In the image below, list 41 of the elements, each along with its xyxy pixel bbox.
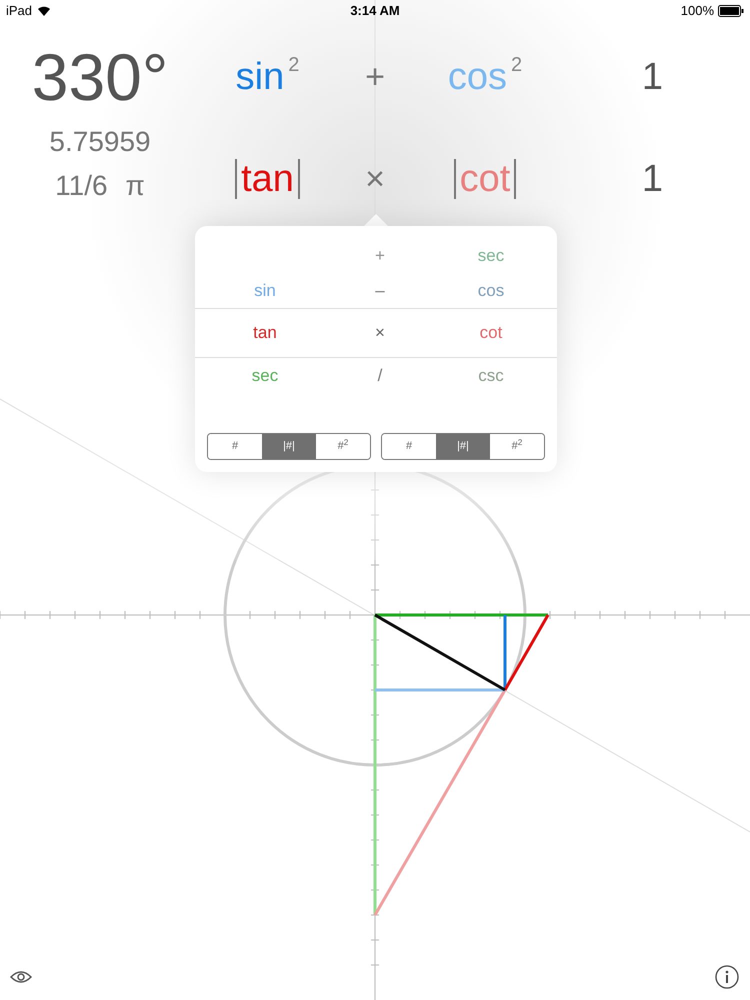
exponent: 2 xyxy=(511,53,522,78)
picker-function: csc xyxy=(478,364,504,387)
picker-function: sec xyxy=(478,244,504,267)
angle-degrees: 330° xyxy=(32,39,168,116)
wifi-icon xyxy=(36,5,52,17)
segment-button[interactable]: |#| xyxy=(436,434,490,459)
pi-symbol: π xyxy=(126,172,145,200)
operator: + xyxy=(364,56,386,98)
function-name: cot xyxy=(460,160,510,198)
picker-function: tan xyxy=(253,322,277,344)
segment-button[interactable]: |#| xyxy=(262,434,316,459)
exponent: 2 xyxy=(288,53,300,78)
picker-operator: / xyxy=(378,364,382,387)
battery-percent: 100% xyxy=(680,2,714,20)
absolute-value-bar xyxy=(235,159,238,199)
absolute-value-bar xyxy=(454,159,456,199)
picker-function: cot xyxy=(480,322,502,344)
picker-row[interactable]: sec / csc xyxy=(195,358,557,393)
picker-function: sin xyxy=(254,280,276,302)
picker-row[interactable]: + sec xyxy=(195,238,557,273)
function-name: tan xyxy=(241,160,294,198)
picker-operator: × xyxy=(375,322,385,344)
angle-fraction: 11/6 xyxy=(55,172,108,200)
function-name: cos xyxy=(448,58,507,96)
clock: 3:14 AM xyxy=(350,2,400,20)
absolute-value-bar xyxy=(514,159,516,199)
picker-function: sec xyxy=(252,364,278,387)
identity-result: 1 xyxy=(640,156,664,202)
device-name: iPad xyxy=(6,2,32,20)
picker-row[interactable]: sin – cos xyxy=(195,273,557,308)
picker-function: cos xyxy=(478,280,504,302)
picker-operator: + xyxy=(375,244,385,267)
function-name: sin xyxy=(236,58,284,96)
battery-icon xyxy=(718,5,744,17)
info-icon[interactable] xyxy=(715,965,739,989)
picker-row[interactable]: tan × cot xyxy=(195,308,557,358)
identity-result: 1 xyxy=(640,54,664,100)
operator: × xyxy=(364,158,386,200)
picker-operator: – xyxy=(375,280,385,302)
angle-radians: 5.75959 xyxy=(49,128,151,156)
absolute-value-bar xyxy=(298,159,300,199)
